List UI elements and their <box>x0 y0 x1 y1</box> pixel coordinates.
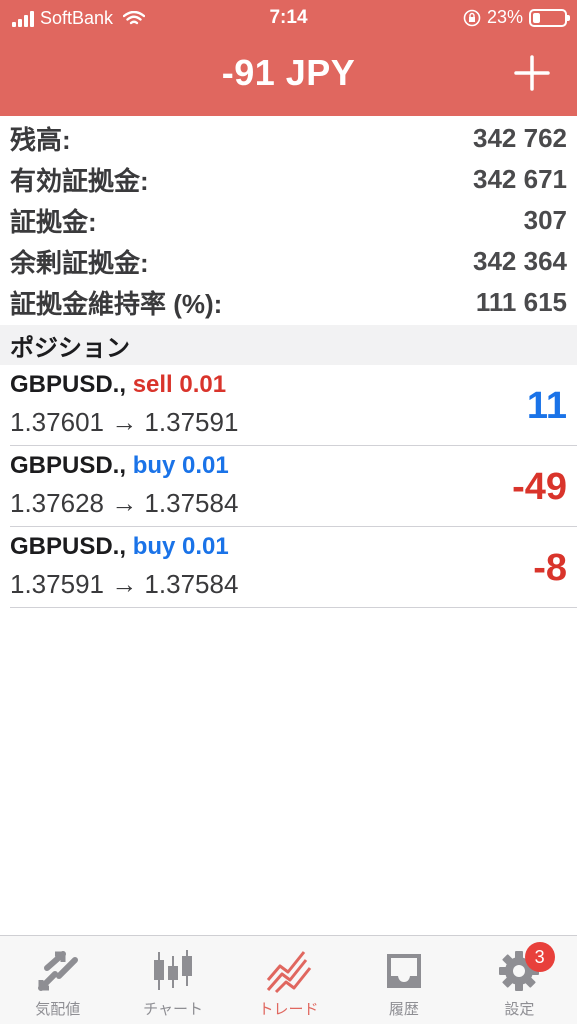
quotes-icon <box>37 951 78 991</box>
trade-icon <box>266 951 311 994</box>
account-summary: 残高: 342 762 有効証拠金: 342 671 証拠金: 307 余剰証拠… <box>0 118 577 323</box>
position-header: GBPUSD., buy 0.01 <box>10 452 229 480</box>
tab-label: トレード <box>258 1001 319 1018</box>
app-header: SoftBank 7:14 23% -91 JPY <box>0 0 577 116</box>
summary-value: 307 <box>523 205 567 235</box>
position-symbol: GBPUSD., <box>10 452 127 479</box>
summary-label: 余剰証拠金: <box>10 248 149 278</box>
battery-icon <box>529 8 570 27</box>
battery-percent: 23% <box>486 7 523 27</box>
summary-value: 342 671 <box>473 164 567 194</box>
summary-label: 証拠金: <box>10 207 97 237</box>
position-profit: -49 <box>512 466 567 508</box>
position-prices: 1.37601 → 1.37591 <box>10 407 239 437</box>
status-bar: SoftBank 7:14 23% <box>0 0 577 40</box>
summary-value: 111 615 <box>475 287 567 317</box>
summary-value: 342 762 <box>473 123 567 153</box>
status-right: 23% <box>463 7 570 28</box>
tab-bar: 気配値 チャート トレード 履歴 設定 3 <box>0 935 577 1024</box>
position-symbol: GBPUSD., <box>10 533 127 560</box>
position-side: sell 0.01 <box>132 371 227 398</box>
position-row[interactable]: GBPUSD., buy 0.01 1.37628 → 1.37584 -49 <box>10 446 577 527</box>
summary-row-margin-level: 証拠金維持率 (%): 111 615 <box>0 282 577 323</box>
tab-label: 履歴 <box>388 1001 419 1018</box>
tab-history[interactable]: 履歴 <box>346 936 461 1024</box>
tab-settings[interactable]: 設定 3 <box>462 936 577 1024</box>
summary-label: 有効証拠金: <box>10 166 149 196</box>
tab-chart[interactable]: チャート <box>115 936 230 1024</box>
position-header: GBPUSD., sell 0.01 <box>10 371 226 399</box>
position-profit: 11 <box>526 385 567 427</box>
position-row[interactable]: GBPUSD., sell 0.01 1.37601 → 1.37591 11 <box>10 365 577 446</box>
tab-quotes[interactable]: 気配値 <box>0 936 115 1024</box>
summary-label: 証拠金維持率 (%): <box>10 289 223 319</box>
tab-label: 設定 <box>504 1001 535 1018</box>
position-prices: 1.37591 → 1.37584 <box>10 569 239 599</box>
tab-label: 気配値 <box>35 1001 81 1018</box>
positions-list: GBPUSD., sell 0.01 1.37601 → 1.37591 11 … <box>0 365 577 608</box>
summary-value: 342 364 <box>473 246 567 276</box>
settings-badge: 3 <box>524 942 555 972</box>
position-header: GBPUSD., buy 0.01 <box>10 533 229 561</box>
position-side: buy 0.01 <box>132 452 229 479</box>
summary-row-equity: 有効証拠金: 342 671 <box>0 159 577 200</box>
chart-candles-icon <box>154 950 193 990</box>
position-row[interactable]: GBPUSD., buy 0.01 1.37591 → 1.37584 -8 <box>10 527 577 608</box>
tab-trade[interactable]: トレード <box>231 936 346 1024</box>
position-profit: -8 <box>533 547 567 589</box>
orientation-lock-icon <box>463 9 481 26</box>
position-side: buy 0.01 <box>132 533 229 560</box>
position-symbol: GBPUSD., <box>10 371 127 398</box>
page-title: -91 JPY <box>221 52 356 93</box>
summary-row-free-margin: 余剰証拠金: 342 364 <box>0 241 577 282</box>
positions-section-header: ポジション <box>0 325 577 365</box>
tab-label: チャート <box>143 1001 204 1018</box>
summary-row-margin: 証拠金: 307 <box>0 200 577 241</box>
summary-label: 残高: <box>10 125 71 155</box>
add-position-button[interactable] <box>513 54 551 92</box>
position-prices: 1.37628 → 1.37584 <box>10 488 239 518</box>
history-inbox-icon <box>386 954 421 988</box>
summary-row-balance: 残高: 342 762 <box>0 118 577 159</box>
